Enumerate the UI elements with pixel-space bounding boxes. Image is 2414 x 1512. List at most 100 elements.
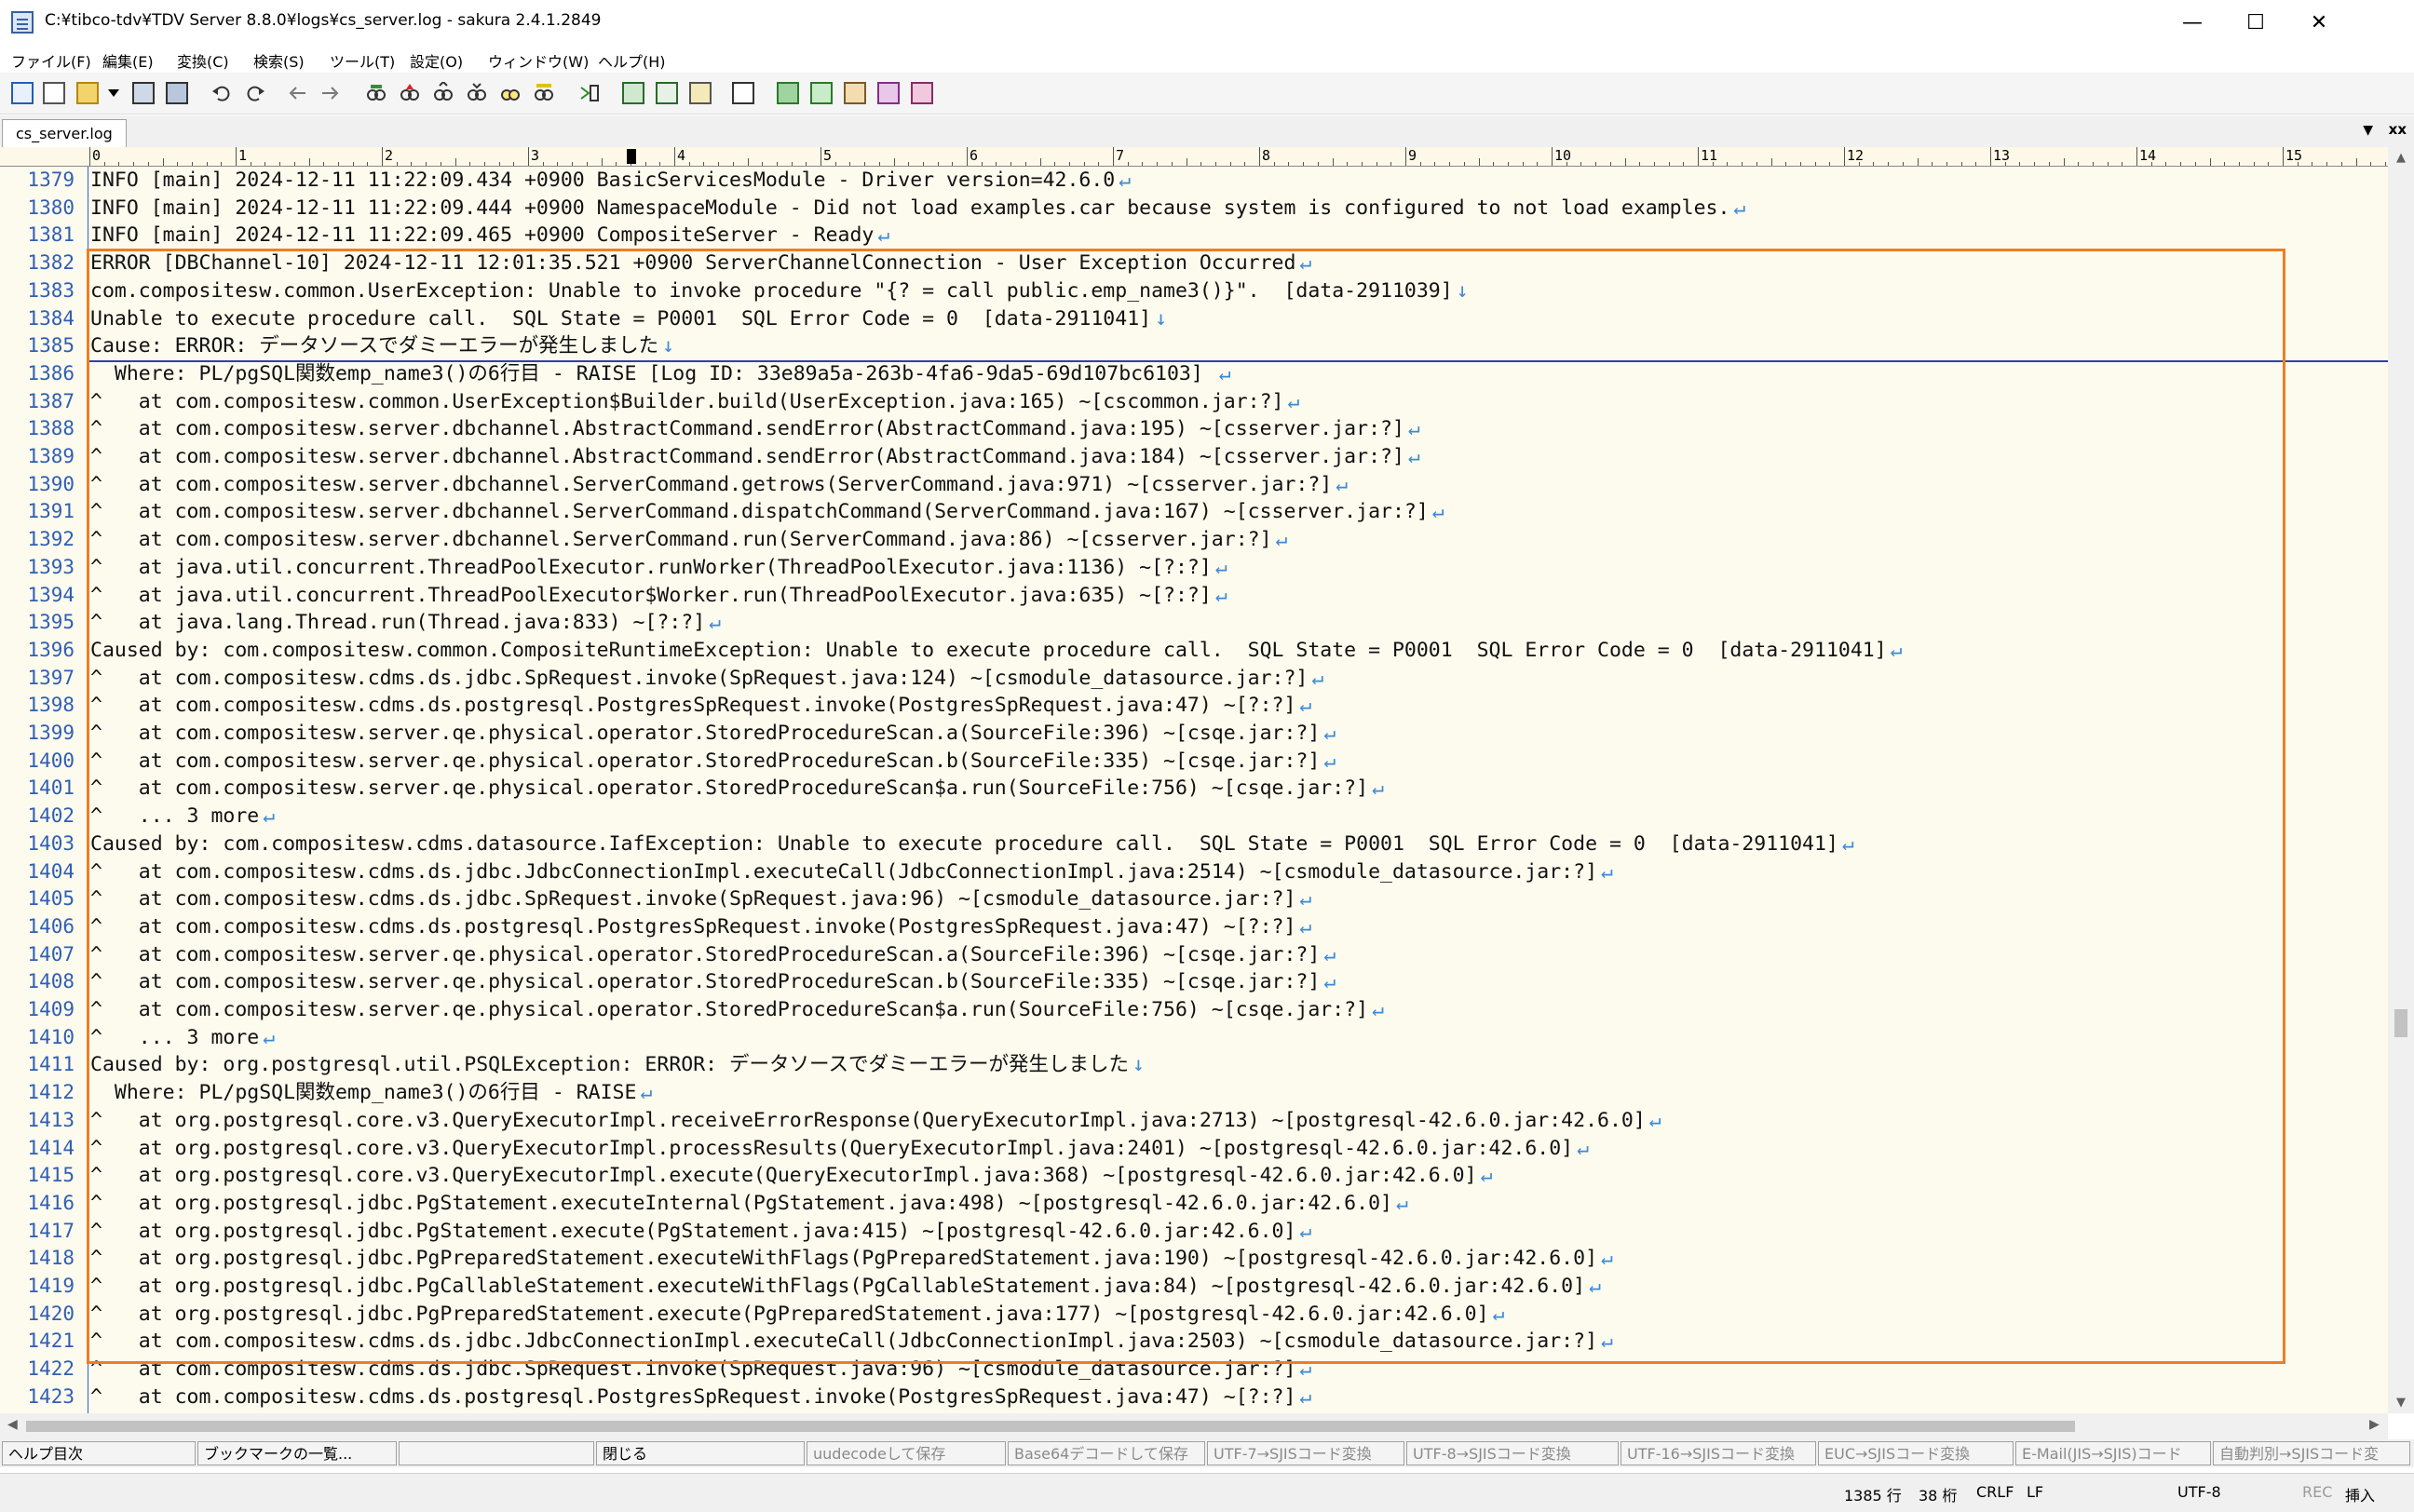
editor-line[interactable]: 1384 Unable to execute procedure call. SQ… — [0, 305, 2388, 333]
editor-line[interactable]: 1414 ^ at org.postgresql.core.v3.QueryExe… — [0, 1135, 2388, 1163]
line-text[interactable]: ^ at com.compositesw.server.dbchannel.Ab… — [90, 415, 1420, 443]
menu-file[interactable]: ファイル(F) — [11, 49, 91, 72]
minimize-button[interactable]: — — [2161, 0, 2224, 45]
line-text[interactable]: ^ at org.postgresql.jdbc.PgPreparedState… — [90, 1245, 1613, 1273]
line-text[interactable]: ^ at com.compositesw.cdms.ds.postgresql.… — [90, 1384, 1311, 1411]
line-text[interactable]: Caused by: org.postgresql.util.PSQLExcep… — [90, 1051, 1145, 1079]
editor-line[interactable]: 1407 ^ at com.compositesw.server.qe.physi… — [0, 941, 2388, 969]
menu-tools[interactable]: ツール(T) — [330, 49, 395, 72]
function-key-11[interactable]: E-Mail(JIS→SJIS)コード — [2015, 1441, 2211, 1465]
editor-line[interactable]: 1415 ^ at org.postgresql.core.v3.QueryExe… — [0, 1162, 2388, 1190]
editor-line[interactable]: 1381 INFO [main] 2024-12-11 11:22:09.465 … — [0, 222, 2388, 250]
line-text[interactable]: ^ at java.util.concurrent.ThreadPoolExec… — [90, 554, 1227, 582]
function-key-3[interactable] — [399, 1441, 594, 1465]
line-text[interactable]: ^ at com.compositesw.cdms.ds.jdbc.SpRequ… — [90, 1356, 1311, 1384]
scroll-up-arrow-icon[interactable]: ▲ — [2388, 151, 2414, 165]
outline-icon[interactable] — [622, 82, 644, 104]
line-text[interactable]: Caused by: com.compositesw.cdms.datasour… — [90, 830, 1854, 858]
tab-list-dropdown-icon[interactable]: ▼ — [2363, 123, 2373, 138]
editor-line[interactable]: 1385 Cause: ERROR: データソースでダミーエラーが発生しました ↓ — [0, 332, 2388, 360]
vertical-scrollbar[interactable]: ▲ ▼ — [2388, 147, 2414, 1413]
search-next-icon[interactable] — [466, 82, 488, 104]
line-text[interactable]: ^ ... 3 more ↵ — [90, 803, 275, 830]
replace-icon[interactable] — [533, 82, 555, 104]
line-text[interactable]: ^ at org.postgresql.jdbc.PgStatement.exe… — [90, 1190, 1408, 1218]
search-prev-icon[interactable] — [432, 80, 454, 104]
line-text[interactable]: ^ at org.postgresql.jdbc.PgStatement.exe… — [90, 1218, 1311, 1246]
function-key-1[interactable]: ヘルプ目次 — [2, 1441, 196, 1465]
grep-icon[interactable] — [577, 82, 600, 104]
line-text[interactable]: ^ at com.compositesw.server.qe.physical.… — [90, 775, 1384, 803]
editor-line[interactable]: 1394 ^ at java.util.concurrent.ThreadPool… — [0, 582, 2388, 610]
editor-line[interactable]: 1405 ^ at com.compositesw.cdms.ds.jdbc.Sp… — [0, 885, 2388, 913]
function-key-5[interactable]: uudecodeして保存 — [807, 1441, 1006, 1465]
line-text[interactable]: ^ at com.compositesw.server.qe.physical.… — [90, 968, 1336, 996]
editor-line[interactable]: 1412 Where: PL/pgSQL関数emp_name3()の6行目 - … — [0, 1079, 2388, 1107]
open-dropdown-icon[interactable] — [108, 89, 119, 97]
tag-back-icon[interactable] — [689, 82, 712, 104]
menu-settings[interactable]: 設定(O) — [410, 49, 463, 72]
line-text[interactable]: ^ at com.compositesw.cdms.ds.jdbc.SpRequ… — [90, 885, 1311, 913]
editor-line[interactable]: 1380 INFO [main] 2024-12-11 11:22:09.444 … — [0, 195, 2388, 223]
editor-line[interactable]: 1392 ^ at com.compositesw.server.dbchanne… — [0, 526, 2388, 554]
menu-window[interactable]: ウィンドウ(W) — [488, 49, 589, 72]
line-text[interactable]: Where: PL/pgSQL関数emp_name3()の6行目 - RAISE… — [90, 1079, 653, 1107]
editor-line[interactable]: 1423 ^ at com.compositesw.cdms.ds.postgre… — [0, 1384, 2388, 1411]
redo-icon[interactable] — [244, 82, 266, 104]
undo-icon[interactable] — [210, 82, 233, 104]
line-text[interactable]: ^ at java.util.concurrent.ThreadPoolExec… — [90, 582, 1227, 610]
sakura-app-icon[interactable] — [11, 11, 34, 34]
save-icon[interactable] — [132, 82, 155, 104]
editor-line[interactable]: 1396 Caused by: com.compositesw.common.Co… — [0, 637, 2388, 665]
maximize-button[interactable]: ☐ — [2224, 0, 2287, 45]
line-text[interactable]: ERROR [DBChannel-10] 2024-12-11 12:01:35… — [90, 250, 1311, 277]
line-text[interactable]: ^ at com.compositesw.common.UserExceptio… — [90, 388, 1299, 416]
function-key-6[interactable]: Base64デコードして保存 — [1008, 1441, 1205, 1465]
new-window-icon[interactable] — [11, 82, 34, 104]
editor-line[interactable]: 1404 ^ at com.compositesw.cdms.ds.jdbc.Jd… — [0, 858, 2388, 886]
editor-line[interactable]: 1402 ^ ... 3 more ↵ — [0, 803, 2388, 830]
editor-line[interactable]: 1395 ^ at java.lang.Thread.run(Thread.jav… — [0, 609, 2388, 637]
editor-line[interactable]: 1383 com.compositesw.common.UserException… — [0, 277, 2388, 305]
scroll-left-arrow-icon[interactable]: ◀ — [7, 1417, 18, 1432]
editor-area[interactable]: 1379 INFO [main] 2024-12-11 11:22:09.434 … — [0, 167, 2388, 1413]
editor-line[interactable]: 1400 ^ at com.compositesw.server.qe.physi… — [0, 748, 2388, 776]
tag-jump-icon[interactable] — [656, 82, 678, 104]
editor-line[interactable]: 1416 ^ at org.postgresql.jdbc.PgStatement… — [0, 1190, 2388, 1218]
editor-line[interactable]: 1411 Caused by: org.postgresql.util.PSQLE… — [0, 1051, 2388, 1079]
line-text[interactable]: ^ ... 3 more ↵ — [90, 1024, 275, 1052]
editor-line[interactable]: 1382 ERROR [DBChannel-10] 2024-12-11 12:0… — [0, 250, 2388, 277]
editor-line[interactable]: 1417 ^ at org.postgresql.jdbc.PgStatement… — [0, 1218, 2388, 1246]
menu-convert[interactable]: 変換(C) — [177, 49, 229, 72]
line-text[interactable]: ^ at com.compositesw.server.qe.physical.… — [90, 720, 1336, 748]
function-key-4[interactable]: 閉じる — [596, 1441, 805, 1465]
editor-line[interactable]: 1387 ^ at com.compositesw.common.UserExce… — [0, 388, 2388, 416]
window-cascade-icon[interactable] — [810, 82, 833, 104]
menu-help[interactable]: ヘルプ(H) — [598, 49, 666, 72]
function-key-9[interactable]: UTF-16→SJISコード変換 — [1621, 1441, 1816, 1465]
editor-line[interactable]: 1393 ^ at java.util.concurrent.ThreadPool… — [0, 554, 2388, 582]
scroll-down-arrow-icon[interactable]: ▼ — [2388, 1396, 2414, 1410]
line-text[interactable]: INFO [main] 2024-12-11 11:22:09.465 +090… — [90, 222, 889, 250]
line-text[interactable]: ^ at java.lang.Thread.run(Thread.java:83… — [90, 609, 721, 637]
compare-icon[interactable] — [732, 82, 754, 104]
close-button[interactable]: ✕ — [2287, 0, 2351, 45]
editor-line[interactable]: 1418 ^ at org.postgresql.jdbc.PgPreparedS… — [0, 1245, 2388, 1273]
editor-line[interactable]: 1401 ^ at com.compositesw.server.qe.physi… — [0, 775, 2388, 803]
editor-line[interactable]: 1408 ^ at com.compositesw.server.qe.physi… — [0, 968, 2388, 996]
editor-line[interactable]: 1421 ^ at com.compositesw.cdms.ds.jdbc.Jd… — [0, 1328, 2388, 1356]
status-encoding[interactable]: UTF-8 — [2177, 1483, 2221, 1501]
line-text[interactable]: ^ at com.compositesw.server.dbchannel.Ab… — [90, 443, 1420, 471]
line-text[interactable]: ^ at com.compositesw.server.qe.physical.… — [90, 748, 1336, 776]
line-text[interactable]: ^ at org.postgresql.core.v3.QueryExecuto… — [90, 1107, 1661, 1135]
editor-line[interactable]: 1422 ^ at com.compositesw.cdms.ds.jdbc.Sp… — [0, 1356, 2388, 1384]
search-icon[interactable] — [365, 82, 387, 104]
function-key-8[interactable]: UTF-8→SJISコード変換 — [1406, 1441, 1619, 1465]
menu-search[interactable]: 検索(S) — [253, 49, 305, 72]
window-vertical-icon[interactable] — [844, 82, 866, 104]
line-text[interactable]: ^ at com.compositesw.cdms.ds.postgresql.… — [90, 913, 1311, 941]
line-text[interactable]: Cause: ERROR: データソースでダミーエラーが発生しました ↓ — [90, 332, 674, 360]
editor-line[interactable]: 1403 Caused by: com.compositesw.cdms.data… — [0, 830, 2388, 858]
editor-line[interactable]: 1420 ^ at org.postgresql.jdbc.PgPreparedS… — [0, 1301, 2388, 1329]
window-tile-icon[interactable] — [777, 82, 799, 104]
